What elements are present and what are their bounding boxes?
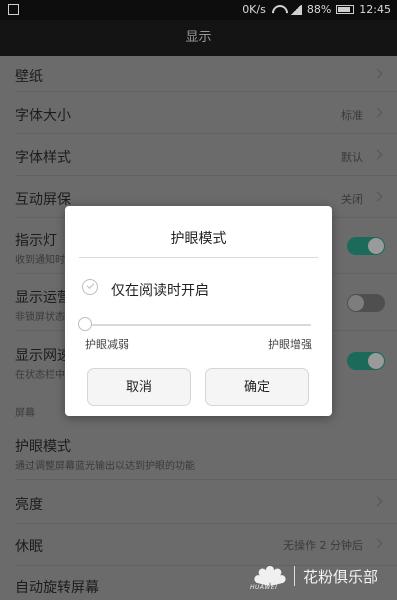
status-icons: 0K/s 88% 12:45 [242,3,391,16]
setting-label: 自动旋转屏幕 [15,580,99,596]
screenshot-icon [8,4,19,15]
watermark-text: 花粉俱乐部 [302,567,378,586]
toggle-knob [368,353,384,369]
watermark-separator [293,566,295,586]
setting-label: 亮度 [15,497,43,513]
eye-protection-slider-handle[interactable] [78,317,92,331]
slider-max-label: 护眼增强 [268,338,312,351]
setting-description: 非锁屏状态 [15,312,65,323]
indicator-light-toggle[interactable] [347,237,385,255]
page-title: 显示 [185,30,212,45]
chevron-right-icon [372,107,383,118]
dialog-divider [79,257,318,258]
setting-label: 壁纸 [15,69,43,85]
watermark: HUAWEI 花粉俱乐部 [250,564,378,591]
watermark-brand: HUAWEI [249,584,278,591]
chevron-right-icon [372,496,383,507]
setting-font-style[interactable]: 字体样式 默认 [0,134,397,176]
slider-min-label: 护眼减弱 [85,338,129,351]
setting-eye-protection[interactable]: 护眼模式 通过调整屏幕蓝光输出以达到护眼的功能 [0,426,397,480]
setting-label: 互动屏保 [15,192,71,208]
confirm-button[interactable]: 确定 [205,368,309,406]
title-bar: 显示 [0,20,397,56]
setting-value: 标准 [341,109,363,122]
dialog-title: 护眼模式 [170,231,227,247]
time: 12:45 [359,3,391,16]
setting-label: 休眠 [15,539,43,555]
eye-protection-dialog: 护眼模式 仅在阅读时开启 护眼减弱 护眼增强 取消 确定 [65,206,332,416]
battery-icon [336,5,355,14]
toggle-knob [368,238,384,254]
network-speed: 0K/s [242,3,266,16]
setting-brightness[interactable]: 亮度 [0,480,397,524]
signal-icon [289,4,302,15]
eye-protection-slider-track[interactable] [85,324,311,326]
wifi-icon [271,5,285,15]
setting-description: 通过调整屏幕蓝光输出以达到护眼的功能 [15,461,195,472]
huawei-logo-icon: HUAWEI [250,564,287,591]
setting-label: 字体大小 [15,108,71,124]
setting-value: 关闭 [341,193,363,206]
toggle-knob [348,295,364,311]
setting-font-size[interactable]: 字体大小 标准 [0,92,397,134]
show-network-speed-toggle[interactable] [347,352,385,370]
setting-value: 无操作 2 分钟后 [283,539,363,552]
setting-label: 护眼模式 [15,439,71,455]
setting-sleep[interactable]: 休眠 无操作 2 分钟后 [0,524,397,566]
setting-label: 显示运营 [15,290,71,306]
chevron-right-icon [372,191,383,202]
status-bar: 0K/s 88% 12:45 [0,0,397,20]
chevron-right-icon [372,68,383,79]
section-header-screen: 屏幕 [15,408,35,419]
setting-label: 字体样式 [15,150,71,166]
setting-label: 指示灯 [15,233,57,249]
setting-label: 显示网速 [15,348,71,364]
reading-only-checkbox-label[interactable]: 仅在阅读时开启 [111,280,209,300]
setting-value: 默认 [341,151,363,164]
check-circle-icon[interactable] [82,279,98,295]
cancel-button[interactable]: 取消 [87,368,191,406]
chevron-right-icon [372,149,383,160]
show-operator-toggle[interactable] [347,294,385,312]
setting-wallpaper[interactable]: 壁纸 [0,56,397,92]
setting-description: 收到通知时 [15,255,65,266]
chevron-right-icon [372,538,383,549]
battery-percent: 88% [306,3,332,16]
setting-description: 在状态栏中 [15,370,65,381]
